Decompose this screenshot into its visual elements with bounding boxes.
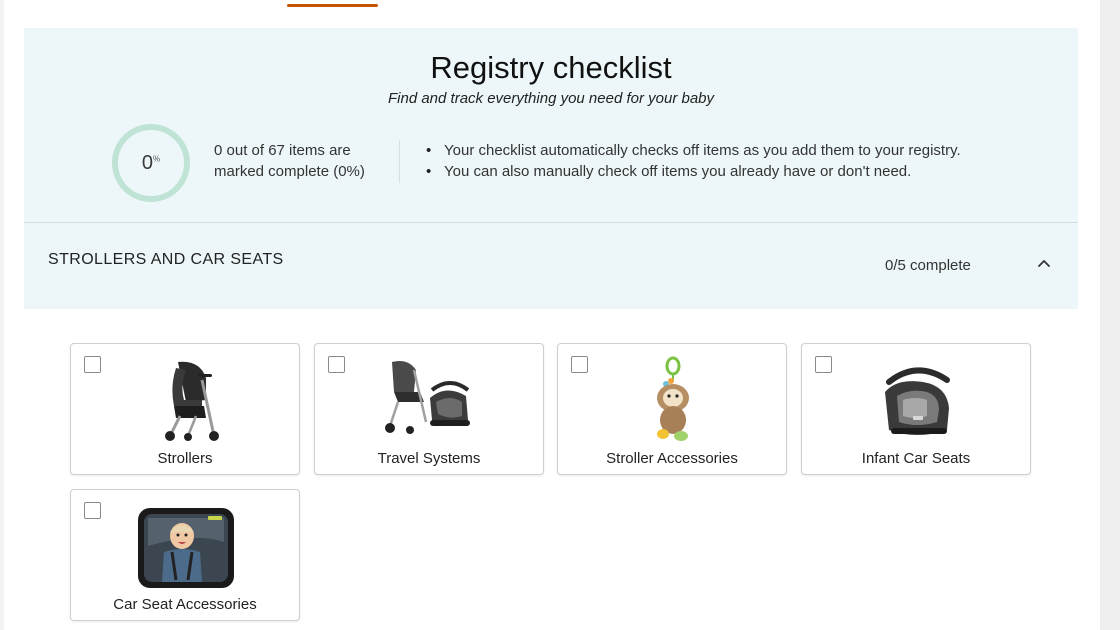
category-card-travel-systems[interactable]: Travel Systems (314, 343, 544, 475)
progress-ring: 0% (112, 124, 190, 202)
category-checkbox[interactable] (84, 356, 101, 373)
category-card-stroller-accessories[interactable]: Stroller Accessories (557, 343, 787, 475)
vertical-divider (399, 140, 400, 183)
category-checkbox[interactable] (328, 356, 345, 373)
category-checkbox[interactable] (571, 356, 588, 373)
progress-summary-line1: 0 out of 67 items are (214, 142, 351, 159)
category-card-car-seat-accessories[interactable]: Car Seat Accessories (70, 489, 300, 621)
info-bullet: You can also manually check off items yo… (426, 161, 1044, 182)
progress-percent-value: 0 (141, 151, 153, 174)
checklist-banner: Registry checklist Find and track everyt… (24, 28, 1078, 309)
info-bullets: Your checklist automatically checks off … (426, 140, 1044, 182)
progress-percent-sign: % (153, 153, 161, 163)
category-label: Strollers (157, 450, 213, 467)
category-checkbox[interactable] (815, 356, 832, 373)
category-label: Infant Car Seats (861, 450, 971, 467)
progress-summary: 0 out of 67 items are marked complete (0… (214, 140, 394, 182)
progress-summary-line2: marked complete (0%) (214, 163, 365, 180)
progress-percent: 0% (142, 152, 160, 175)
section-header-strollers[interactable]: STROLLERS AND CAR SEATS 0/5 complete (24, 223, 1078, 309)
active-tab-indicator (287, 4, 378, 7)
category-checkbox[interactable] (84, 502, 101, 519)
stroller-icon (165, 361, 219, 441)
scrollbar[interactable] (1100, 0, 1120, 630)
category-card-infant-car-seats[interactable]: Infant Car Seats (801, 343, 1031, 475)
infant-car-seat-icon (885, 367, 950, 435)
page-title: Registry checklist (430, 50, 672, 85)
section-progress-count: 0/5 complete (885, 257, 971, 274)
category-label: Car Seat Accessories (113, 596, 257, 613)
car-seat-mirror-icon (138, 508, 234, 588)
chevron-up-icon[interactable] (1037, 256, 1051, 270)
stroller-toy-icon (657, 356, 689, 441)
category-card-strollers[interactable]: Strollers (70, 343, 300, 475)
travel-system-icon (385, 361, 470, 434)
page-subtitle: Find and track everything you need for y… (387, 90, 715, 107)
category-label: Travel Systems (377, 450, 481, 467)
section-title: STROLLERS AND CAR SEATS (48, 251, 284, 268)
info-bullet: Your checklist automatically checks off … (426, 140, 1044, 161)
category-label: Stroller Accessories (606, 450, 738, 467)
